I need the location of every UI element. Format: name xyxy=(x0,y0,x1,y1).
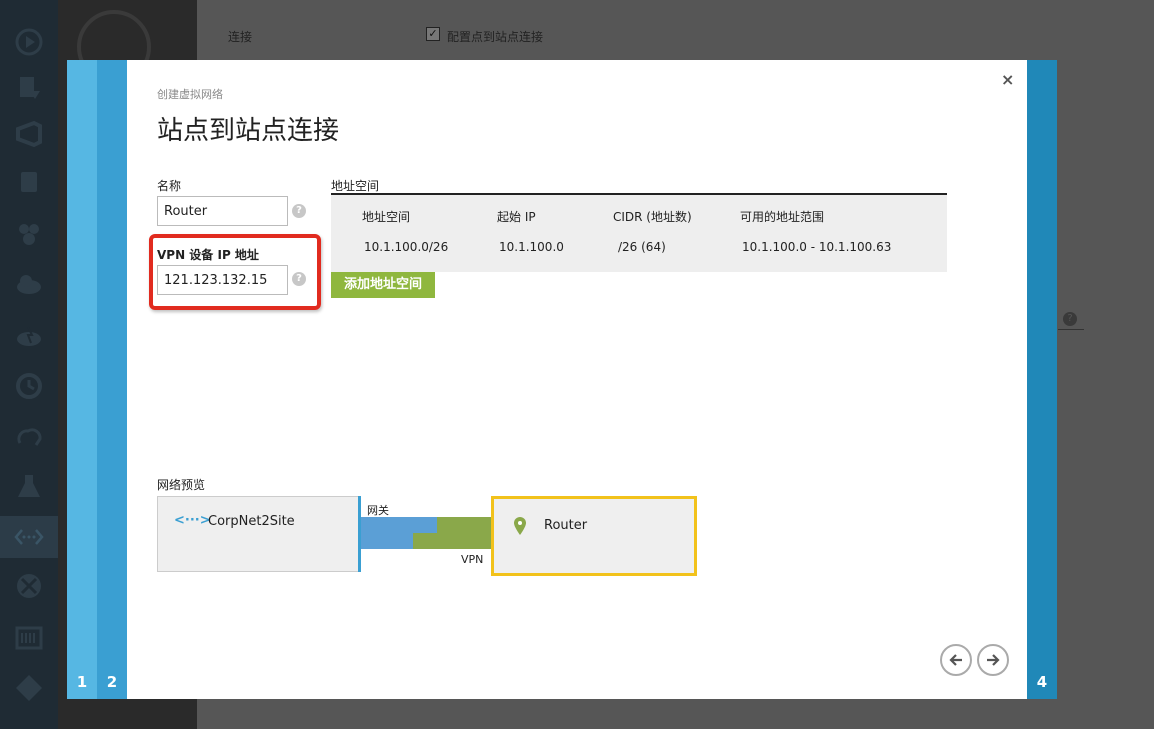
gateway-connector-step xyxy=(413,517,437,533)
background-help-icon: ? xyxy=(1063,312,1077,326)
name-label: 名称 xyxy=(157,179,182,193)
network-preview-label: 网络预览 xyxy=(157,478,206,492)
wizard-step-2[interactable]: 2 xyxy=(97,60,127,699)
remote-network-card: Router xyxy=(491,496,697,576)
background-divider xyxy=(1058,329,1084,330)
close-button[interactable]: × xyxy=(1001,70,1014,89)
traffic-manager-icon[interactable] xyxy=(9,566,49,606)
local-network-name: CorpNet2Site xyxy=(208,514,295,529)
wizard-step-1-number: 1 xyxy=(76,673,88,691)
cell-cidr[interactable]: /26 (64) xyxy=(618,240,666,254)
cell-start-ip[interactable]: 10.1.100.0 xyxy=(499,240,564,254)
wizard-step-4[interactable]: 4 xyxy=(1027,60,1057,699)
cell-usable-range: 10.1.100.0 - 10.1.100.63 xyxy=(742,240,892,254)
name-help-icon[interactable]: ? xyxy=(292,204,306,218)
machine-learning-icon[interactable] xyxy=(9,466,49,506)
name-input[interactable] xyxy=(157,196,288,226)
arrow-right-icon xyxy=(987,654,1000,666)
previous-button[interactable] xyxy=(940,644,972,676)
gateway-connector xyxy=(361,517,413,549)
batch-icon[interactable] xyxy=(9,618,49,658)
vpn-connector-step xyxy=(437,517,491,533)
scheduler-icon[interactable] xyxy=(9,366,49,406)
git-icon[interactable] xyxy=(9,668,49,708)
networks-icon[interactable] xyxy=(0,516,58,558)
header-cidr: CIDR (地址数) xyxy=(613,210,692,224)
media-services-icon[interactable] xyxy=(9,22,49,62)
mobile-services-icon[interactable] xyxy=(9,316,49,356)
next-button[interactable] xyxy=(977,644,1009,676)
portal-left-nav xyxy=(0,0,58,729)
storage-icon[interactable] xyxy=(9,162,49,202)
add-address-space-button[interactable]: 添加地址空间 xyxy=(331,272,435,298)
background-checkbox-label: 配置点到站点连接 xyxy=(447,30,544,44)
cell-address-space[interactable]: 10.1.100.0/26 xyxy=(364,240,448,254)
network-icon: <···> xyxy=(174,513,211,528)
local-network-card: <···> CorpNet2Site xyxy=(157,496,360,572)
breadcrumb: 创建虚拟网络 xyxy=(157,88,223,101)
header-address-space: 地址空间 xyxy=(362,210,411,224)
hdinsight-icon[interactable] xyxy=(9,214,49,254)
gateway-label: 网关 xyxy=(367,504,389,517)
vpn-ip-input[interactable] xyxy=(157,265,288,295)
deploy-icon[interactable] xyxy=(9,68,49,108)
visual-studio-icon[interactable] xyxy=(9,114,49,154)
page-title: 站点到站点连接 xyxy=(157,116,340,146)
vpn-ip-help-icon[interactable]: ? xyxy=(292,272,306,286)
background-label: 连接 xyxy=(228,30,253,44)
header-usable-range: 可用的地址范围 xyxy=(740,210,825,224)
vpn-label: VPN xyxy=(461,553,484,566)
address-space-table: 地址空间 起始 IP CIDR (地址数) 可用的地址范围 10.1.100.0… xyxy=(331,195,947,272)
address-space-title: 地址空间 xyxy=(331,179,380,193)
arrow-left-icon xyxy=(949,654,962,666)
wizard-step-2-number: 2 xyxy=(106,673,118,691)
wizard-step-1[interactable]: 1 xyxy=(67,60,97,699)
wizard-dialog: × 创建虚拟网络 站点到站点连接 名称 ? VPN 设备 IP 地址 ? 地址空… xyxy=(127,60,1027,699)
vpn-ip-label: VPN 设备 IP 地址 xyxy=(157,248,259,262)
cloud-sync-icon[interactable] xyxy=(9,418,49,458)
location-pin-icon xyxy=(514,517,526,535)
remote-network-name: Router xyxy=(544,518,588,533)
wizard-step-4-number: 4 xyxy=(1036,673,1048,691)
background-checkbox: ✓ xyxy=(426,27,440,41)
cloud-services-icon[interactable] xyxy=(9,264,49,304)
header-start-ip: 起始 IP xyxy=(497,210,536,224)
vpn-connector xyxy=(413,533,491,549)
